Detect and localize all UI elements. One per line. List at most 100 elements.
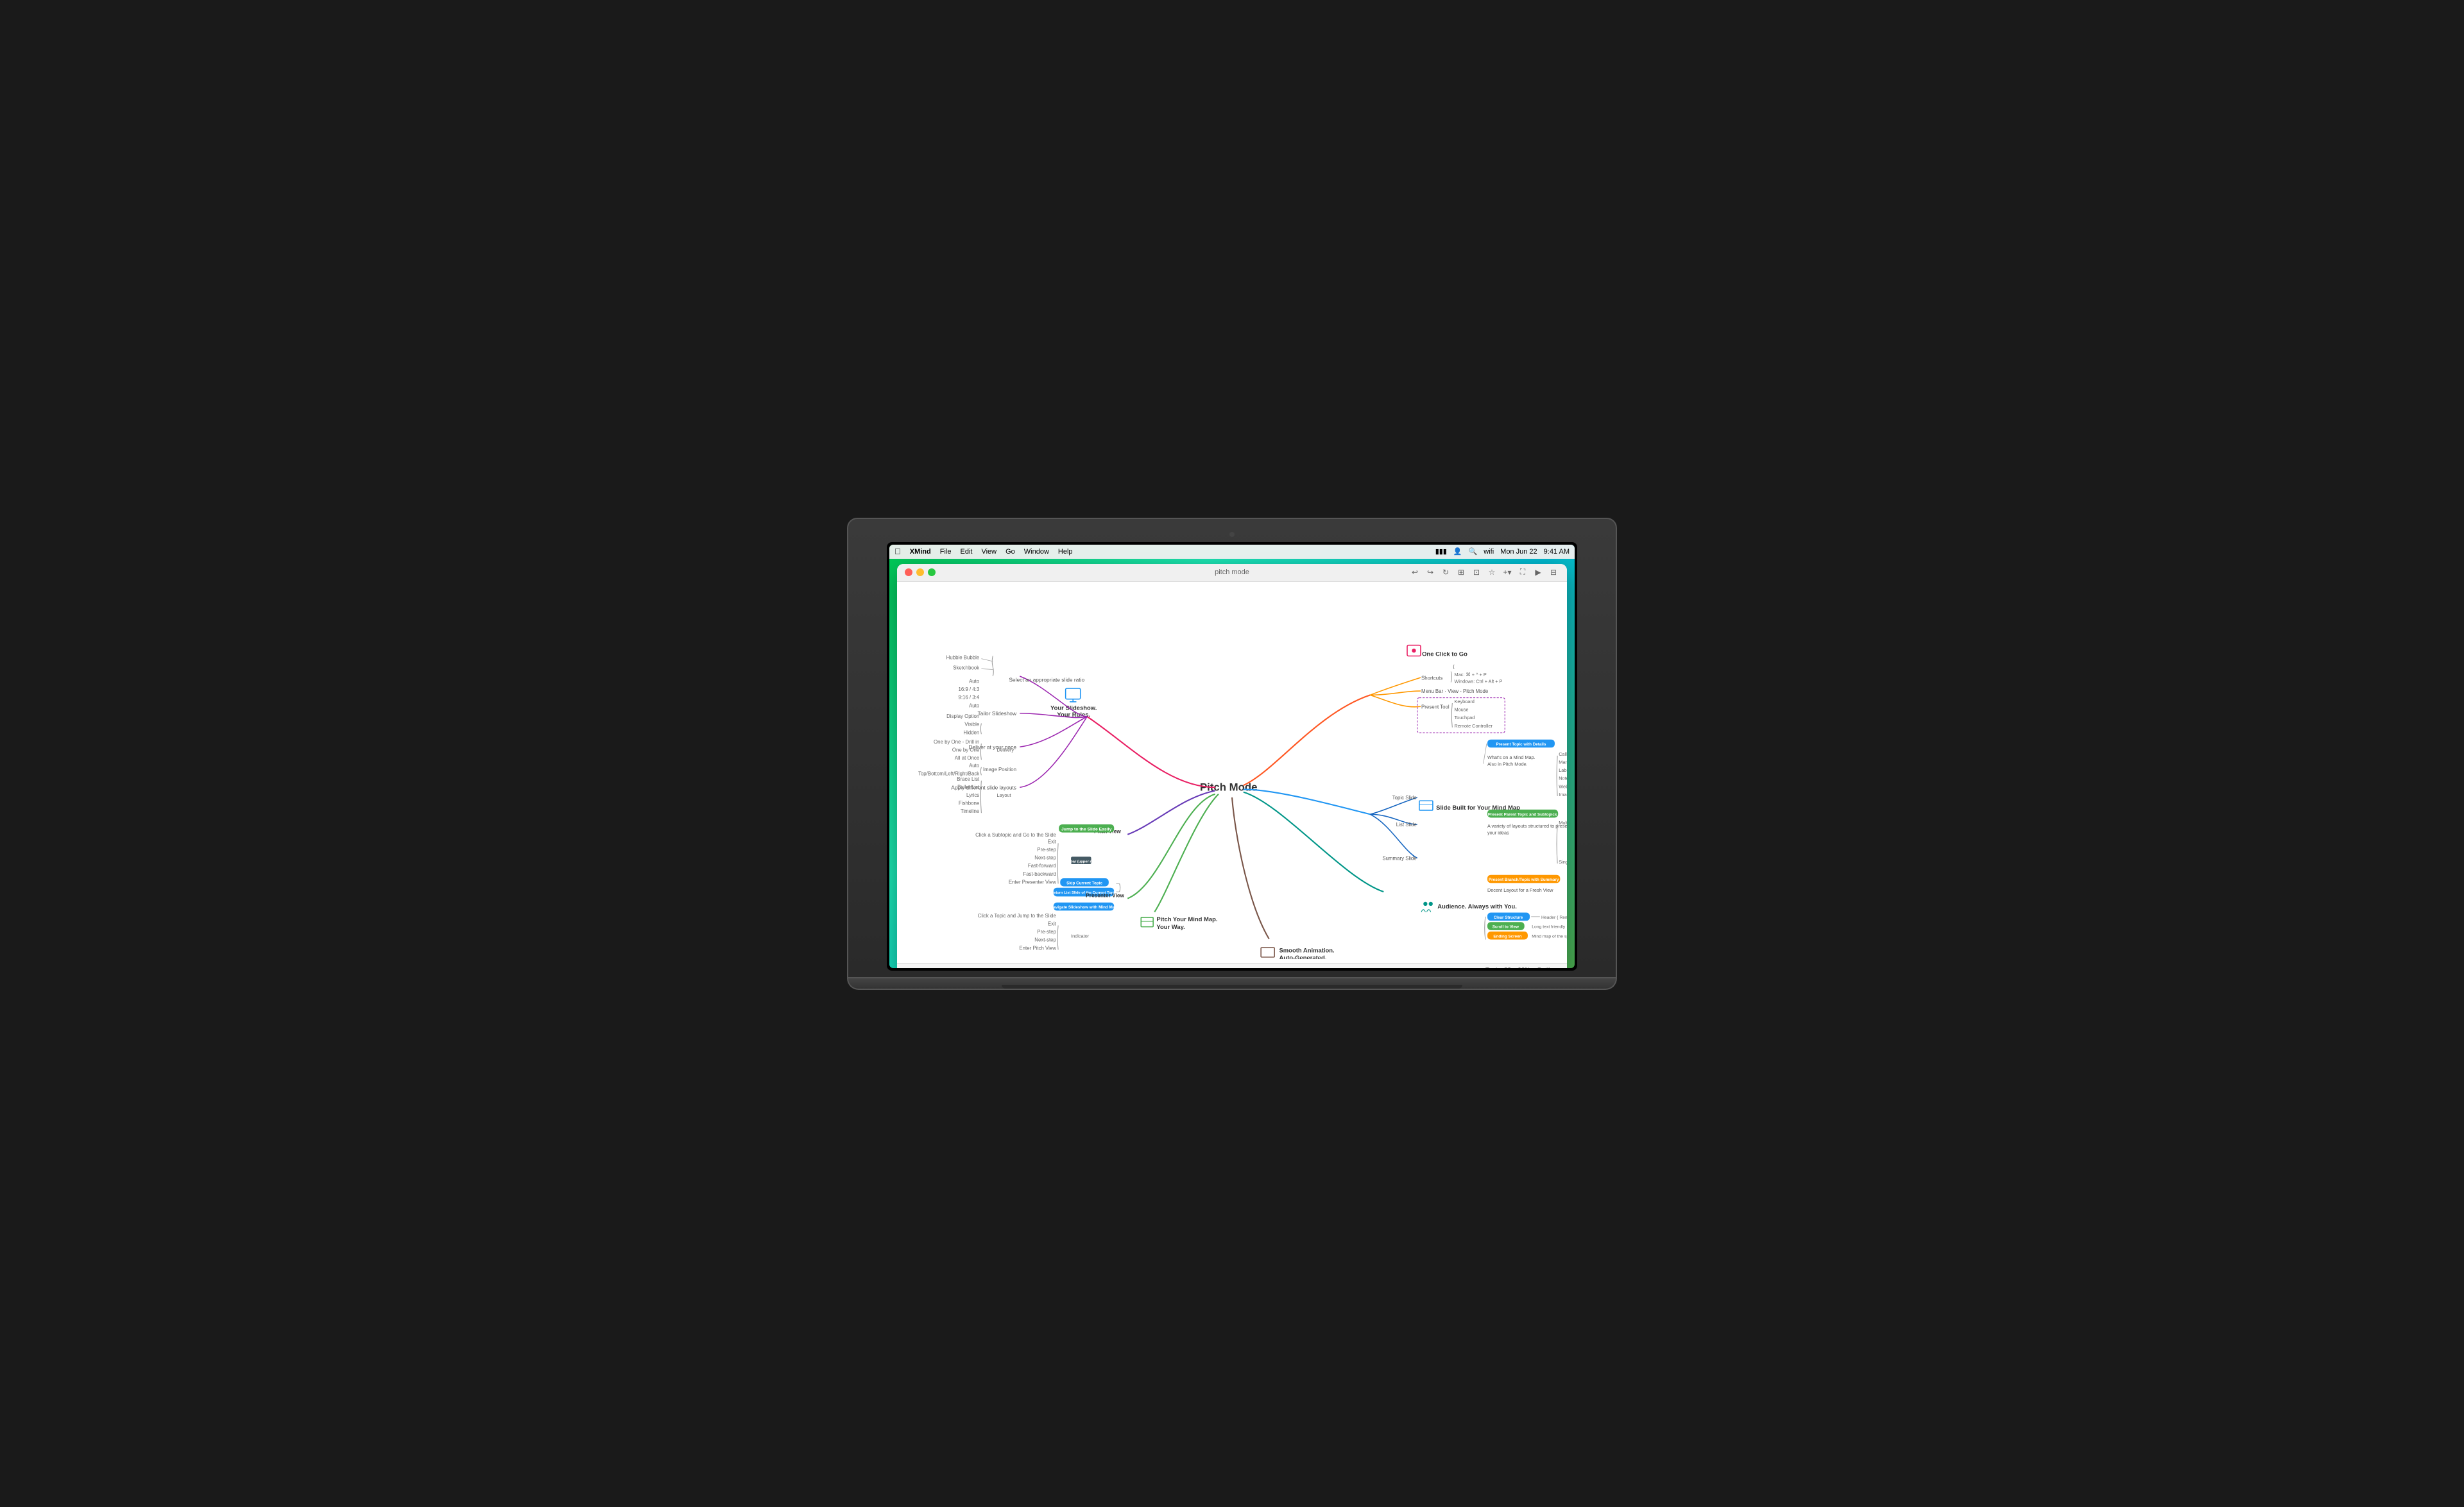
topic-slide-label: Topic Slide [1392,795,1417,801]
clear-structure-badge: Clear Structure [1494,915,1523,920]
ratio-hubble: Hubble Bubble [946,654,980,660]
present-icon[interactable]: ▶ [1532,566,1544,578]
display-option-label: Display Option [946,713,979,719]
window-title: pitch mode [1215,568,1249,576]
pres-click: Click a Topic and Jump to the Slide [978,912,1057,918]
menubar-left:  XMind File Edit View Go Window Help [894,547,1426,556]
ratio-169: 16:9 / 4:3 [958,686,979,692]
touchpad-item: Touchpad [1455,715,1475,720]
indicator-label2: Indicator [1071,933,1090,939]
summary-slide-label: Summary Slide [1382,855,1417,861]
search-icon[interactable]: 🔍 [1469,547,1478,556]
pitch-nextstep: Next-step [1034,855,1056,860]
img-dir: Top/Bottom/Left/Right/Back [918,771,979,776]
view-icon[interactable]: ⊡ [1471,566,1482,578]
pitch-exit: Exit [1048,839,1057,844]
menu-view[interactable]: View [981,548,997,556]
pitch-prestep: Pre-step [1037,847,1056,853]
webvideo-item: Web Video [1559,783,1567,789]
time: 9:41 AM [1544,548,1570,556]
user-icon: 👤 [1453,547,1462,556]
menu-xmind[interactable]: XMind [910,548,931,556]
click-subtopic: Click a Subtopic and Go to the Slide [975,831,1056,837]
present-branch-badge: Present Branch/Topic with Summary [1489,878,1559,882]
menu-go[interactable]: Go [1005,548,1015,556]
select-ratio-label: Select an appropriate slide ratio [1009,676,1084,683]
header-remind: Header { Remind where you are [1541,915,1567,920]
laptop-base [847,978,1617,990]
menu-window[interactable]: Window [1024,548,1049,556]
redo-icon[interactable]: ↪ [1425,566,1436,578]
camera [1229,532,1235,537]
note-item: Note [1559,775,1567,781]
pitch-your-subtitle: Your Way. [1156,923,1185,930]
present-topic-badge: Present Topic with Details [1496,742,1546,747]
outliner-toggle[interactable]: Outliner [1537,967,1559,968]
fullscreen-icon[interactable]: ⛶ [1517,566,1528,578]
toolbar-indicator: Toolbar (upper right) [1063,860,1100,864]
one-by-one: One by One [952,747,980,753]
whats-on-mindmap: What's on a Mind Map. [1487,754,1536,760]
keyboard-item: Keyboard [1455,699,1475,704]
image-pos-label: Image Position [983,767,1016,772]
window-toolbar: ↩ ↪ ↻ ⊞ ⊡ ☆ +▾ ⛶ ▶ ⊟ [1409,566,1559,578]
presenter-view-label: Presenter View [1086,892,1124,898]
pitch-fastfwd: Fast-forward [1028,863,1056,869]
ending-screen-badge: Ending Screen [1493,934,1521,939]
pitch-your-title: Pitch Your Mind Map. [1156,916,1217,923]
menu-file[interactable]: File [940,548,952,556]
menu-help[interactable]: Help [1058,548,1073,556]
battery-icon: ▮▮▮ [1435,547,1447,556]
also-in-pitch: Also in Pitch Mode. [1487,761,1528,767]
pres-exit: Exit [1048,921,1057,926]
image-sticker-item: Image/Sticker/Equation/Drawings [1559,791,1567,797]
one-click-title: One Click to Go [1422,651,1467,658]
columns-icon[interactable]: ⊟ [1548,566,1559,578]
minimize-button[interactable] [916,568,924,576]
one-by-one-drill: One by One - Drill in [934,739,979,745]
navigate-badge: Navigate Slideshow with Mind Map [1050,905,1117,910]
laptop-body:  XMind File Edit View Go Window Help ▮▮… [847,518,1617,978]
present-tool-label: Present Tool [1421,704,1450,710]
decent-layout: Decent Layout for a Fresh View [1487,887,1553,893]
wifi-icon: wifi [1484,548,1494,556]
multi-sub: Multi-subtopics [1559,820,1567,826]
laptop:  XMind File Edit View Go Window Help ▮▮… [847,518,1617,990]
star-icon[interactable]: ☆ [1486,566,1498,578]
mouse-item: Mouse [1455,706,1469,712]
mindmap-speech: Mind map of the speech [1532,934,1567,939]
tailor-label: Tailor Slideshow [977,710,1016,716]
long-text-friendly: Long text friendly [1532,924,1565,929]
skip-topic-badge: Skip Current Topic [1066,881,1102,885]
layout-brace: Brace List [957,776,980,781]
window-titlebar: pitch mode ↩ ↪ ↻ ⊞ ⊡ ☆ +▾ ⛶ ▶ ⊟ [897,564,1567,582]
callout-item: Callout [1559,751,1567,756]
hidden-label: Hidden [963,729,979,735]
refresh-icon[interactable]: ↻ [1440,566,1451,578]
maximize-button[interactable] [928,568,936,576]
close-button[interactable] [905,568,912,576]
menubar:  XMind File Edit View Go Window Help ▮▮… [889,545,1575,559]
menubar-right: ▮▮▮ 👤 🔍 wifi Mon Jun 22 9:41 AM [1435,547,1570,556]
marker-item: Marker [1559,759,1567,765]
traffic-lights [905,568,936,576]
ratio-916: 9:16 / 3:4 [958,694,979,700]
undo-icon[interactable]: ↩ [1409,566,1421,578]
layout-label: Layout [997,792,1011,797]
zoom-level: 66% [1518,967,1530,968]
ratio-auto2: Auto [969,702,980,708]
statusbar: Topic: 83 66% Outliner [897,963,1567,968]
layout-bullet: Bullet List [957,784,980,790]
img-auto: Auto [969,762,980,768]
menu-edit[interactable]: Edit [960,548,972,556]
delivery-label: Delivery [997,747,1014,753]
layout-icon[interactable]: ⊞ [1455,566,1467,578]
audience-title: Audience. Always with You. [1437,903,1517,910]
layout-timeline: Timeline [961,808,980,814]
variety-layouts: A variety of layouts structured to prese… [1487,823,1567,829]
pitch-enter-presenter: Enter Presenter View [1009,879,1056,885]
shortcuts-label: Shortcuts [1421,675,1442,681]
main-window: pitch mode ↩ ↪ ↻ ⊞ ⊡ ☆ +▾ ⛶ ▶ ⊟ [897,564,1567,968]
mac-shortcut: Mac: ⌘ + ^ + P [1455,672,1487,677]
add-icon[interactable]: +▾ [1502,566,1513,578]
